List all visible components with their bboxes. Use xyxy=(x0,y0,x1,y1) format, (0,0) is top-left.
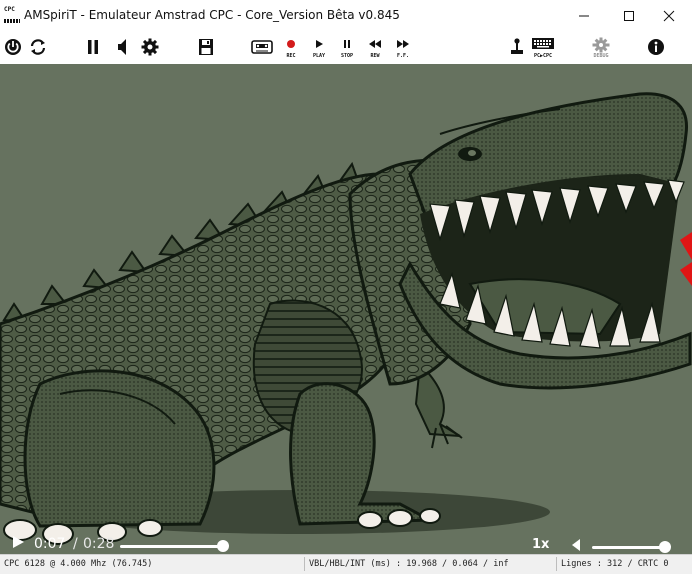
gear-icon xyxy=(141,38,159,56)
video-player-controls: 0:07 / 0:28 1x xyxy=(0,530,692,554)
status-divider xyxy=(556,557,557,571)
power-icon xyxy=(5,39,21,55)
lines-crtc-status: Lignes : 312 / CRTC 0 xyxy=(561,559,669,569)
volume-icon xyxy=(572,539,580,551)
timing-status: VBL/HBL/INT (ms) : 19.968 / 0.064 / inf xyxy=(309,559,509,569)
speaker-icon xyxy=(118,39,126,55)
pause-icon xyxy=(88,40,98,54)
pc-cpc-label: PC▶CPC xyxy=(533,53,553,59)
close-button[interactable] xyxy=(646,0,692,31)
reset-button[interactable] xyxy=(25,34,51,60)
maximize-icon xyxy=(624,10,634,21)
minimize-icon xyxy=(579,15,589,16)
info-icon xyxy=(648,39,664,55)
player-play-button[interactable] xyxy=(10,534,26,554)
playback-speed[interactable]: 1x xyxy=(532,537,549,552)
debug-button[interactable]: DEBUG xyxy=(588,34,614,60)
time-separator: / xyxy=(73,536,78,552)
fast-forward-button[interactable]: F.F. xyxy=(390,34,416,60)
progress-thumb[interactable] xyxy=(217,540,229,552)
settings-button[interactable] xyxy=(137,34,163,60)
current-time: 0:07 xyxy=(34,536,66,552)
volume-track[interactable] xyxy=(592,546,666,549)
play-icon xyxy=(13,536,24,548)
toolbar: REC PLAY STOP REW F.F. PC▶CPC DEBUG xyxy=(0,31,692,64)
reset-icon xyxy=(30,39,46,55)
pc-cpc-keyboard-button[interactable]: PC▶CPC xyxy=(530,34,556,60)
power-button[interactable] xyxy=(0,34,26,60)
floppy-disk-icon xyxy=(199,39,213,55)
title-bar: CPC AMSpiriT - Emulateur Amstrad CPC - C… xyxy=(0,0,692,32)
pause-button[interactable] xyxy=(80,34,106,60)
cassette-icon xyxy=(251,40,273,54)
emulator-screen[interactable] xyxy=(0,64,692,554)
app-icon: CPC xyxy=(4,7,20,24)
fast-forward-label: F.F. xyxy=(396,53,410,59)
status-bar: CPC 6128 @ 4.000 Mhz (76.745) VBL/HBL/IN… xyxy=(0,554,692,574)
duration: 0:28 xyxy=(83,536,115,552)
minimize-button[interactable] xyxy=(561,0,607,31)
keyboard-icon xyxy=(532,38,554,49)
window-title: AMSpiriT - Emulateur Amstrad CPC - Core_… xyxy=(24,8,400,22)
crocodile-dinosaur-artwork xyxy=(0,92,692,545)
status-divider xyxy=(304,557,305,571)
cpc-model-status: CPC 6128 @ 4.000 Mhz (76.745) xyxy=(4,559,153,569)
close-icon xyxy=(663,10,675,21)
about-button[interactable] xyxy=(643,34,669,60)
save-button[interactable] xyxy=(193,34,219,60)
debug-label: DEBUG xyxy=(593,53,609,59)
progress-track[interactable] xyxy=(120,545,224,548)
volume-thumb[interactable] xyxy=(659,541,671,553)
app-icon-text: CPC xyxy=(4,6,15,13)
sound-button[interactable] xyxy=(109,34,135,60)
